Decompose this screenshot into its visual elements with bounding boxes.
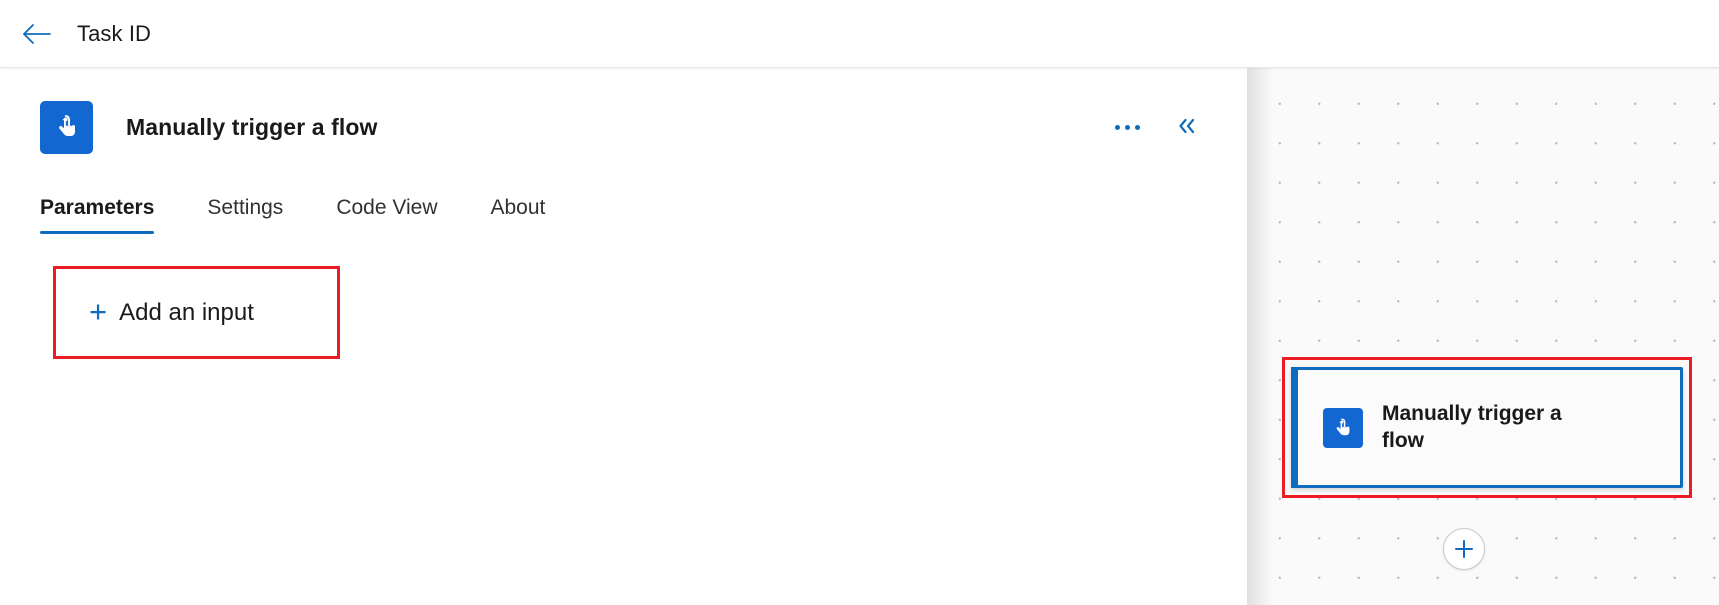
flow-canvas[interactable]: Manually trigger a flow <box>1247 68 1719 605</box>
back-button[interactable] <box>14 12 58 56</box>
trigger-node-title: Manually trigger a flow <box>1382 401 1562 452</box>
manual-trigger-touch-icon <box>1323 407 1363 448</box>
tab-about[interactable]: About <box>491 196 546 234</box>
add-step-button[interactable] <box>1443 528 1485 570</box>
more-options-button[interactable] <box>1110 110 1144 144</box>
manual-trigger-touch-icon <box>40 100 93 154</box>
top-bar: Task ID <box>0 0 1719 68</box>
collapse-panel-button[interactable] <box>1170 110 1204 144</box>
add-input-area: + Add an input <box>53 266 340 359</box>
tab-code-view[interactable]: Code View <box>336 196 437 234</box>
add-an-input-label: Add an input <box>119 299 254 326</box>
panel-header-actions <box>1110 110 1247 144</box>
trigger-details-panel: Manually trigger a flow Parameters Setti… <box>0 68 1247 605</box>
ellipsis-icon <box>1114 124 1140 130</box>
add-an-input-button[interactable]: + Add an input <box>58 270 340 356</box>
plus-icon: + <box>89 294 108 329</box>
arrow-left-icon <box>21 23 51 45</box>
panel-tabs: Parameters Settings Code View About <box>0 196 1247 234</box>
panel-header: Manually trigger a flow <box>0 68 1247 160</box>
double-chevron-left-icon <box>1176 116 1198 139</box>
designer-body: Manually trigger a flow Parameters Setti… <box>0 68 1719 605</box>
trigger-node-wrapper: Manually trigger a flow <box>1282 357 1692 498</box>
plus-icon <box>1453 538 1475 560</box>
trigger-title: Manually trigger a flow <box>126 113 378 140</box>
tab-parameters[interactable]: Parameters <box>40 196 155 234</box>
tab-settings[interactable]: Settings <box>207 196 283 234</box>
page-title: Task ID <box>77 20 152 46</box>
trigger-node-card[interactable]: Manually trigger a flow <box>1291 367 1683 488</box>
flow-designer: Task ID Manually trigger a flow Paramete… <box>0 0 1719 605</box>
